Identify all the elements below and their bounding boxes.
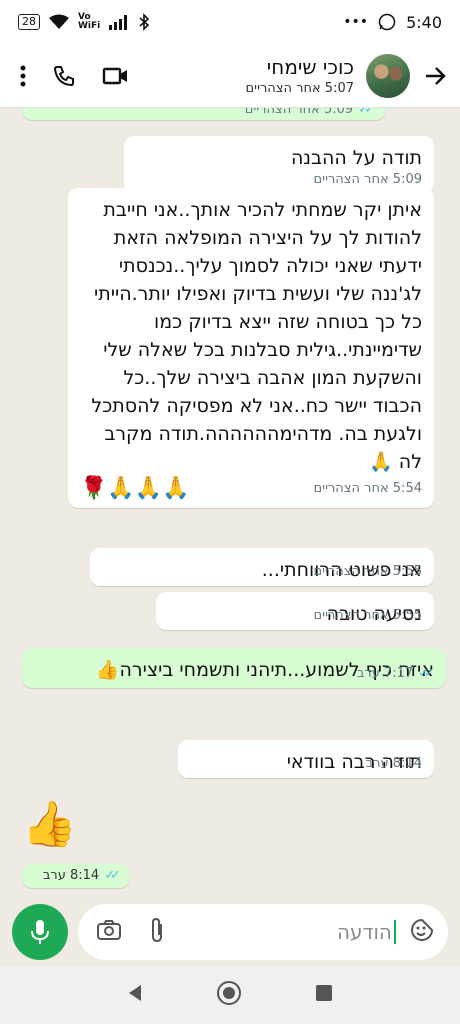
message-time: 7:17 ערב <box>356 666 414 681</box>
home-icon[interactable] <box>216 980 242 1010</box>
more-options-icon[interactable] <box>20 65 26 87</box>
emoji-icon[interactable] <box>410 918 434 946</box>
recents-icon[interactable] <box>314 983 334 1007</box>
message-bubble-in[interactable]: איתן יקר שמחתי להכיר אותך..אני חייבת להו… <box>68 188 434 508</box>
message-bubble-in[interactable]: נסיעה טובה 5:55 אחר הצהריים <box>156 592 434 630</box>
message-bubble-in[interactable]: אני פשוט הרווחתי... 5:55 אחר הצהריים <box>90 548 434 586</box>
message-time: 5:54 אחר הצהריים <box>313 481 422 496</box>
status-bar: 28 Vo WiFi ••• 5:40 <box>0 0 460 44</box>
mic-button[interactable] <box>12 904 68 960</box>
back-arrow-icon[interactable] <box>424 66 446 86</box>
system-nav-bar <box>0 966 460 1024</box>
read-ticks-icon: ✓✓ <box>358 108 375 117</box>
message-time: 8:14 ערב <box>365 756 422 771</box>
chat-header: כוכי שימחי 5:07 אחר הצהריים <box>0 44 460 108</box>
avatar[interactable] <box>366 53 410 98</box>
emoji-line: 🙏🙏🙏🌹 <box>80 476 190 501</box>
message-input-box[interactable]: הודעה <box>78 904 448 960</box>
clock: 5:40 <box>406 12 442 32</box>
message-text: תודה על ההבנה <box>290 147 422 169</box>
message-time: 5:55 אחר הצהריים <box>313 608 422 623</box>
contact-info[interactable]: כוכי שימחי 5:07 אחר הצהריים <box>246 54 354 98</box>
read-ticks-icon: ✓✓ <box>104 868 121 883</box>
message-time: 8:14 ערב <box>42 868 100 883</box>
composer-bar: הודעה <box>0 898 460 966</box>
message-bubble-out[interactable]: איזה כיף לשמוע...תיהני ותשמחי ביצירה👍 ✓✓… <box>22 648 446 688</box>
message-bubble-in[interactable]: תודה על ההבנה 5:09 אחר הצהריים <box>124 136 434 194</box>
bluetooth-icon <box>139 13 150 31</box>
message-time: 5:55 אחר הצהריים <box>313 564 422 579</box>
camera-icon[interactable] <box>96 919 122 945</box>
message-time: 5:09 אחר הצהריים <box>313 172 422 187</box>
signal-icon <box>109 15 128 30</box>
mic-icon <box>31 920 49 944</box>
last-seen: 5:07 אחר הצהריים <box>245 80 354 96</box>
wifi-icon <box>49 14 69 29</box>
sticker-time-chip: ✓✓ 8:14 ערב <box>22 864 130 888</box>
message-time: 5:09 אחר הצהריים <box>244 108 354 117</box>
voice-call-icon[interactable] <box>52 64 76 88</box>
contact-name: כוכי שימחי <box>266 54 354 79</box>
back-icon[interactable] <box>126 983 144 1007</box>
message-text: איתן יקר שמחתי להכיר אותך..אני חייבת להו… <box>91 199 422 473</box>
whatsapp-notification-icon <box>378 13 396 31</box>
volte-label: Vo WiFi <box>78 12 101 31</box>
message-input[interactable]: הודעה <box>337 920 396 944</box>
more-dots-icon: ••• <box>343 14 369 30</box>
attach-icon[interactable] <box>150 917 164 947</box>
message-bubble-out[interactable]: ✓✓ 5:09 אחר הצהריים <box>22 108 386 120</box>
video-call-icon[interactable] <box>102 66 130 86</box>
chat-area[interactable]: ✓✓ 5:09 אחר הצהריים תודה על ההבנה 5:09 א… <box>0 108 460 898</box>
battery-indicator: 28 <box>18 14 40 30</box>
thumbs-up-sticker[interactable]: 👍 <box>22 800 77 850</box>
message-bubble-in[interactable]: תודה רבה בוודאי 8:14 ערב <box>178 740 434 778</box>
read-ticks-icon: ✓✓ <box>418 666 435 681</box>
